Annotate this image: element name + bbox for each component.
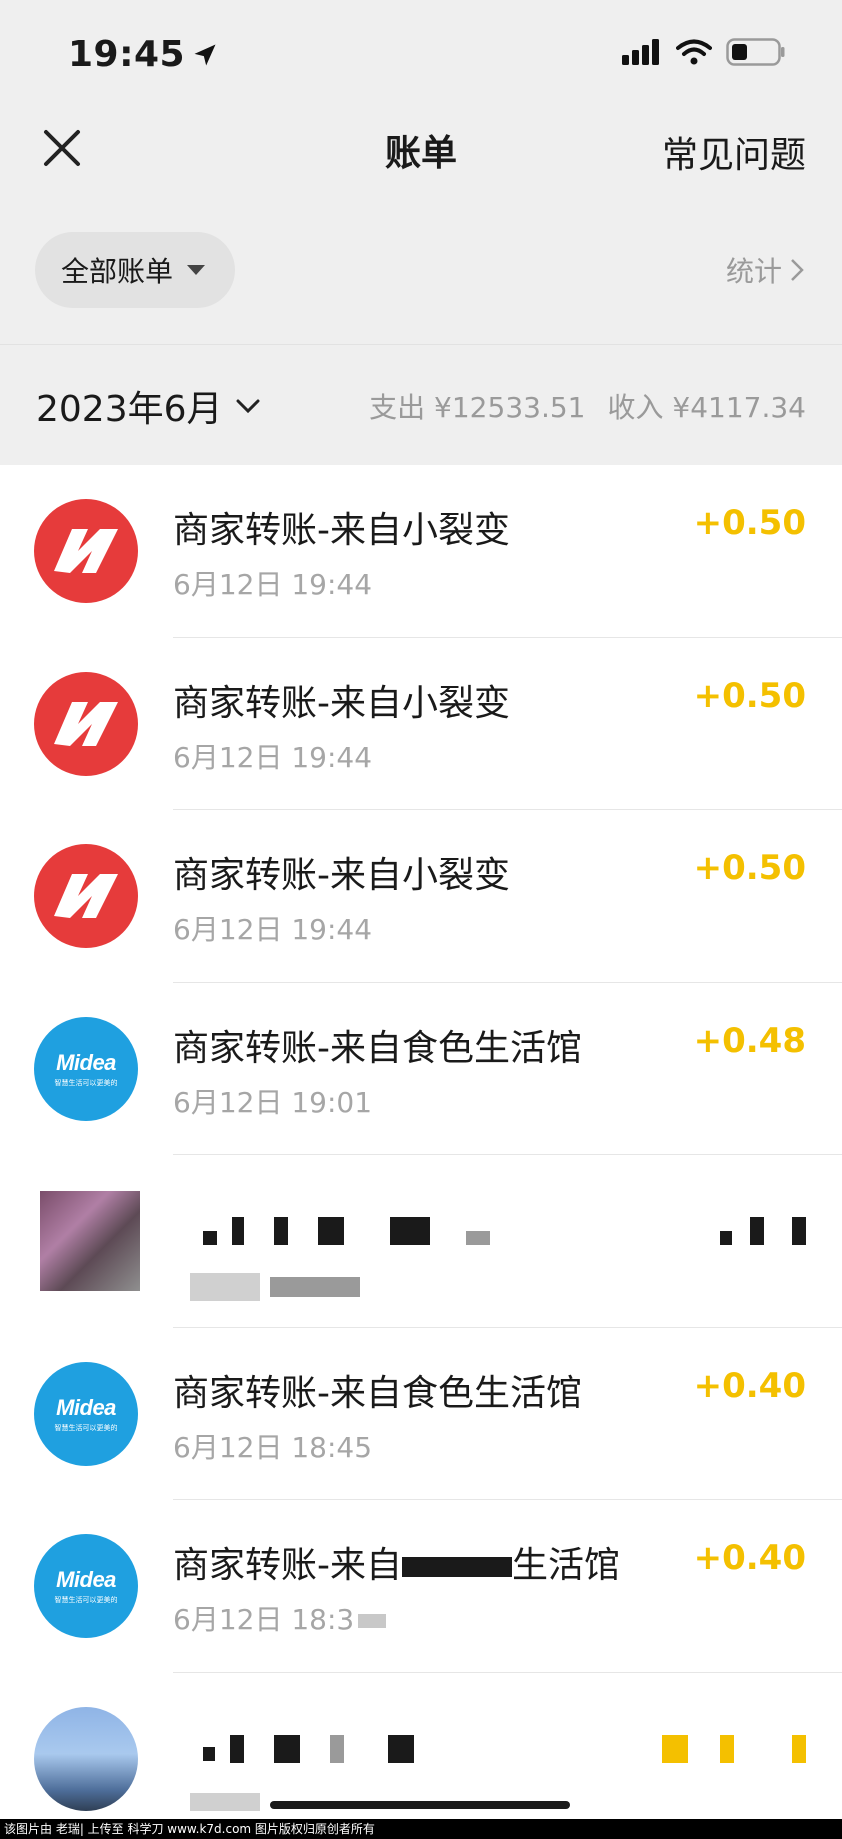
chevron-right-icon — [791, 259, 804, 281]
bill-filter-dropdown[interactable]: 全部账单 — [35, 232, 235, 308]
transaction-time: 6月12日 19:44 — [173, 913, 373, 946]
month-label: 2023年6月 — [36, 389, 223, 430]
midea-brand-text: Midea — [56, 1567, 116, 1592]
transaction-row[interactable]: 商家转账-来自小裂变 6月12日 19:44 +0.50 — [0, 810, 842, 983]
transaction-title: 商家转账-来自小裂变 — [173, 510, 510, 551]
header-area: 19:45 账单 常见问题 全部账单 统计 2023年6月 支出 ¥12533.… — [0, 0, 842, 465]
battery-icon — [726, 38, 785, 66]
redacted-text — [388, 1734, 414, 1763]
blurred-avatar-icon — [34, 1706, 138, 1811]
transaction-amount: +0.48 — [693, 1020, 806, 1061]
transaction-row[interactable]: 商家转账-来自小裂变 6月12日 19:44 +0.50 — [0, 465, 842, 638]
bolt-logo-icon — [34, 671, 138, 776]
bolt-logo-icon — [34, 844, 138, 948]
status-bar-time: 19:45 — [68, 34, 219, 75]
caret-down-icon — [187, 265, 206, 275]
transaction-time: 6月12日 19:01 — [173, 1085, 373, 1119]
redacted-text — [230, 1734, 244, 1763]
transaction-title: 商家转账-来自小裂变 — [173, 855, 510, 896]
month-selector[interactable]: 2023年6月 — [36, 380, 261, 432]
midea-slogan-text: 智慧生活可以更美的 — [54, 1596, 118, 1604]
redacted-text — [390, 1217, 430, 1245]
transaction-amount: +0.50 — [693, 848, 806, 888]
redacted-text — [330, 1734, 344, 1763]
wifi-icon — [676, 39, 712, 65]
redacted-text — [402, 1557, 512, 1577]
transaction-title: 商家转账-来自食色生活馆 — [173, 1372, 582, 1414]
status-bar-icons — [622, 38, 786, 66]
transaction-amount: +0.50 — [693, 675, 806, 716]
redacted-amount — [720, 1231, 732, 1245]
redacted-amount — [662, 1734, 688, 1763]
transaction-title: 商家转账-来自 生活馆 — [173, 1536, 620, 1588]
transaction-time-partial: 6月12日 18:3 — [173, 1603, 355, 1636]
transaction-row[interactable]: Midea 智慧生活可以更美的 商家转账-来自 生活馆 6月12日 18:3 +0… — [0, 1500, 842, 1673]
midea-logo-icon: Midea 智慧生活可以更美的 — [34, 1534, 138, 1638]
bolt-logo-icon — [34, 499, 138, 603]
redacted-time — [270, 1277, 360, 1297]
redacted-text — [318, 1217, 344, 1245]
redacted-text — [274, 1734, 300, 1763]
midea-brand-text: Midea — [56, 1049, 116, 1075]
transaction-time: 6月12日 18:3 — [173, 1598, 387, 1638]
income-total: 收入 ¥4117.34 — [607, 391, 806, 424]
redacted-text — [203, 1746, 215, 1761]
location-arrow-icon — [194, 44, 216, 65]
midea-logo-icon: Midea 智慧生活可以更美的 — [34, 1016, 138, 1121]
redacted-text — [358, 1614, 387, 1628]
statistics-link[interactable]: 统计 — [726, 250, 804, 290]
transaction-row[interactable]: Midea 智慧生活可以更美的 商家转账-来自食色生活馆 6月12日 19:01… — [0, 983, 842, 1155]
redacted-time — [270, 1800, 570, 1809]
bill-filter-label: 全部账单 — [61, 255, 174, 288]
expense-total: 支出 ¥12533.51 — [369, 391, 586, 424]
transaction-time: 6月12日 18:45 — [173, 1430, 373, 1464]
transaction-amount: +0.50 — [693, 503, 806, 543]
transaction-amount: +0.40 — [693, 1538, 806, 1578]
redacted-text — [232, 1217, 244, 1245]
redacted-time — [190, 1273, 260, 1301]
cellular-signal-icon — [622, 39, 659, 65]
blurred-avatar-icon — [40, 1191, 140, 1291]
transaction-row[interactable]: 商家转账-来自小裂变 6月12日 19:44 +0.50 — [0, 638, 842, 810]
redacted-amount — [720, 1734, 734, 1763]
midea-slogan-text: 智慧生活可以更美的 — [54, 1078, 118, 1087]
midea-brand-text: Midea — [56, 1394, 116, 1420]
transaction-time: 6月12日 19:44 — [173, 740, 373, 774]
transaction-title: 商家转账-来自小裂变 — [173, 682, 510, 724]
faq-link[interactable]: 常见问题 — [662, 126, 806, 178]
redacted-amount — [750, 1217, 764, 1245]
transaction-title-start: 商家转账-来自 — [173, 1545, 402, 1586]
midea-slogan-text: 智慧生活可以更美的 — [54, 1423, 118, 1432]
transaction-row[interactable]: Midea 智慧生活可以更美的 商家转账-来自食色生活馆 6月12日 18:45… — [0, 1328, 842, 1500]
redacted-amount — [792, 1217, 806, 1245]
divider — [0, 344, 842, 345]
redacted-text — [274, 1217, 288, 1245]
transaction-row[interactable] — [0, 1155, 842, 1328]
midea-logo-icon: Midea 智慧生活可以更美的 — [34, 1361, 138, 1466]
statistics-label: 统计 — [725, 255, 782, 288]
transaction-amount: +0.40 — [693, 1365, 806, 1406]
watermark-footer: 该图片由 老瑞| 上传至 科学刀 www.k7d.com 图片版权归原创者所有 — [0, 1819, 842, 1839]
redacted-text — [203, 1231, 217, 1245]
chevron-down-icon — [236, 399, 260, 414]
transaction-time: 6月12日 19:44 — [173, 568, 373, 601]
month-summary: 支出 ¥12533.51 收入 ¥4117.34 — [369, 386, 806, 426]
redacted-amount — [792, 1734, 806, 1763]
transaction-title: 商家转账-来自食色生活馆 — [173, 1027, 582, 1069]
transaction-title-end: 生活馆 — [512, 1545, 621, 1586]
redacted-time — [190, 1792, 260, 1811]
transaction-list: 商家转账-来自小裂变 6月12日 19:44 +0.50 商家转账-来自小裂变 … — [0, 465, 842, 1839]
transaction-row[interactable] — [0, 1673, 842, 1839]
redacted-text — [466, 1231, 490, 1245]
